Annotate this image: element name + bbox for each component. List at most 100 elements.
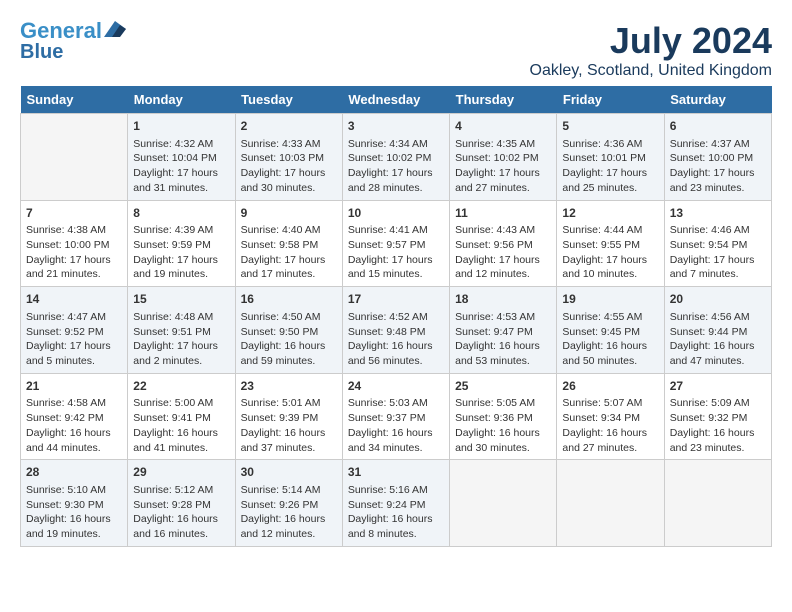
day-info-line: Daylight: 17 hours and 21 minutes. (26, 253, 122, 282)
day-info-line: Sunset: 9:55 PM (562, 238, 658, 253)
day-info-line: Daylight: 16 hours and 16 minutes. (133, 512, 229, 541)
day-number: 5 (562, 118, 658, 135)
day-info-line: Daylight: 16 hours and 23 minutes. (670, 426, 766, 455)
day-info-line: Daylight: 17 hours and 28 minutes. (348, 166, 444, 195)
day-number: 15 (133, 291, 229, 308)
day-number: 30 (241, 464, 337, 481)
day-info-line: Sunrise: 5:12 AM (133, 483, 229, 498)
day-number: 16 (241, 291, 337, 308)
day-info: Sunrise: 4:39 AMSunset: 9:59 PMDaylight:… (133, 223, 229, 282)
day-info-line: Daylight: 17 hours and 2 minutes. (133, 339, 229, 368)
day-cell: 29Sunrise: 5:12 AMSunset: 9:28 PMDayligh… (128, 460, 235, 547)
day-number: 9 (241, 205, 337, 222)
day-info-line: Sunset: 9:41 PM (133, 411, 229, 426)
day-info-line: Sunset: 9:45 PM (562, 325, 658, 340)
day-cell (664, 460, 771, 547)
day-cell: 26Sunrise: 5:07 AMSunset: 9:34 PMDayligh… (557, 373, 664, 460)
day-info-line: Sunrise: 5:00 AM (133, 396, 229, 411)
day-info-line: Daylight: 16 hours and 34 minutes. (348, 426, 444, 455)
day-number: 25 (455, 378, 551, 395)
day-info-line: Sunrise: 4:56 AM (670, 310, 766, 325)
day-info-line: Sunset: 9:39 PM (241, 411, 337, 426)
day-info-line: Sunset: 9:58 PM (241, 238, 337, 253)
day-info-line: Sunset: 9:54 PM (670, 238, 766, 253)
day-info-line: Sunrise: 5:07 AM (562, 396, 658, 411)
week-row-4: 21Sunrise: 4:58 AMSunset: 9:42 PMDayligh… (21, 373, 772, 460)
day-info-line: Sunrise: 4:39 AM (133, 223, 229, 238)
day-info-line: Sunrise: 4:34 AM (348, 137, 444, 152)
day-info-line: Daylight: 17 hours and 27 minutes. (455, 166, 551, 195)
day-info-line: Sunrise: 5:01 AM (241, 396, 337, 411)
day-cell: 21Sunrise: 4:58 AMSunset: 9:42 PMDayligh… (21, 373, 128, 460)
day-info-line: Sunrise: 4:35 AM (455, 137, 551, 152)
col-header-saturday: Saturday (664, 86, 771, 114)
day-info: Sunrise: 5:09 AMSunset: 9:32 PMDaylight:… (670, 396, 766, 455)
day-info: Sunrise: 4:55 AMSunset: 9:45 PMDaylight:… (562, 310, 658, 369)
day-info-line: Daylight: 17 hours and 23 minutes. (670, 166, 766, 195)
day-info-line: Sunrise: 4:48 AM (133, 310, 229, 325)
day-cell: 27Sunrise: 5:09 AMSunset: 9:32 PMDayligh… (664, 373, 771, 460)
day-cell: 5Sunrise: 4:36 AMSunset: 10:01 PMDayligh… (557, 114, 664, 201)
day-cell: 7Sunrise: 4:38 AMSunset: 10:00 PMDayligh… (21, 200, 128, 287)
day-info-line: Sunrise: 5:05 AM (455, 396, 551, 411)
day-info: Sunrise: 4:34 AMSunset: 10:02 PMDaylight… (348, 137, 444, 196)
day-number: 21 (26, 378, 122, 395)
day-info-line: Sunrise: 4:58 AM (26, 396, 122, 411)
day-info: Sunrise: 4:44 AMSunset: 9:55 PMDaylight:… (562, 223, 658, 282)
day-info-line: Daylight: 17 hours and 5 minutes. (26, 339, 122, 368)
day-info-line: Sunset: 9:50 PM (241, 325, 337, 340)
day-info-line: Daylight: 16 hours and 44 minutes. (26, 426, 122, 455)
day-number: 12 (562, 205, 658, 222)
day-info-line: Daylight: 16 hours and 59 minutes. (241, 339, 337, 368)
day-number: 4 (455, 118, 551, 135)
title-block: July 2024 Oakley, Scotland, United Kingd… (530, 20, 773, 80)
day-cell: 22Sunrise: 5:00 AMSunset: 9:41 PMDayligh… (128, 373, 235, 460)
day-info: Sunrise: 4:58 AMSunset: 9:42 PMDaylight:… (26, 396, 122, 455)
calendar-table: SundayMondayTuesdayWednesdayThursdayFrid… (20, 86, 772, 547)
day-info-line: Daylight: 16 hours and 41 minutes. (133, 426, 229, 455)
day-cell: 3Sunrise: 4:34 AMSunset: 10:02 PMDayligh… (342, 114, 449, 201)
day-info-line: Daylight: 16 hours and 53 minutes. (455, 339, 551, 368)
day-number: 7 (26, 205, 122, 222)
day-info: Sunrise: 5:01 AMSunset: 9:39 PMDaylight:… (241, 396, 337, 455)
day-cell: 31Sunrise: 5:16 AMSunset: 9:24 PMDayligh… (342, 460, 449, 547)
location: Oakley, Scotland, United Kingdom (530, 62, 773, 80)
day-info-line: Daylight: 16 hours and 47 minutes. (670, 339, 766, 368)
day-cell: 6Sunrise: 4:37 AMSunset: 10:00 PMDayligh… (664, 114, 771, 201)
day-info-line: Sunset: 9:56 PM (455, 238, 551, 253)
day-info-line: Sunrise: 5:14 AM (241, 483, 337, 498)
week-row-5: 28Sunrise: 5:10 AMSunset: 9:30 PMDayligh… (21, 460, 772, 547)
day-number: 8 (133, 205, 229, 222)
day-cell: 1Sunrise: 4:32 AMSunset: 10:04 PMDayligh… (128, 114, 235, 201)
day-number: 11 (455, 205, 551, 222)
day-info-line: Sunset: 9:34 PM (562, 411, 658, 426)
day-info-line: Sunset: 9:48 PM (348, 325, 444, 340)
day-info-line: Daylight: 16 hours and 19 minutes. (26, 512, 122, 541)
day-cell: 24Sunrise: 5:03 AMSunset: 9:37 PMDayligh… (342, 373, 449, 460)
logo-general: General (20, 20, 102, 42)
day-cell: 23Sunrise: 5:01 AMSunset: 9:39 PMDayligh… (235, 373, 342, 460)
day-info: Sunrise: 4:56 AMSunset: 9:44 PMDaylight:… (670, 310, 766, 369)
day-cell: 13Sunrise: 4:46 AMSunset: 9:54 PMDayligh… (664, 200, 771, 287)
day-info-line: Sunrise: 4:50 AM (241, 310, 337, 325)
logo: General Blue (20, 20, 126, 62)
day-info: Sunrise: 5:05 AMSunset: 9:36 PMDaylight:… (455, 396, 551, 455)
day-info-line: Sunrise: 4:44 AM (562, 223, 658, 238)
day-number: 19 (562, 291, 658, 308)
day-info-line: Sunrise: 5:03 AM (348, 396, 444, 411)
day-info-line: Sunset: 9:52 PM (26, 325, 122, 340)
day-info-line: Sunset: 9:28 PM (133, 498, 229, 513)
day-number: 22 (133, 378, 229, 395)
day-info-line: Daylight: 17 hours and 25 minutes. (562, 166, 658, 195)
day-info-line: Sunset: 9:44 PM (670, 325, 766, 340)
day-info-line: Sunset: 9:42 PM (26, 411, 122, 426)
day-info-line: Sunset: 9:47 PM (455, 325, 551, 340)
day-info: Sunrise: 4:52 AMSunset: 9:48 PMDaylight:… (348, 310, 444, 369)
day-info-line: Sunset: 10:03 PM (241, 151, 337, 166)
day-cell: 30Sunrise: 5:14 AMSunset: 9:26 PMDayligh… (235, 460, 342, 547)
day-info-line: Sunset: 10:04 PM (133, 151, 229, 166)
day-number: 27 (670, 378, 766, 395)
day-cell: 4Sunrise: 4:35 AMSunset: 10:02 PMDayligh… (450, 114, 557, 201)
day-info-line: Daylight: 16 hours and 12 minutes. (241, 512, 337, 541)
day-cell: 25Sunrise: 5:05 AMSunset: 9:36 PMDayligh… (450, 373, 557, 460)
